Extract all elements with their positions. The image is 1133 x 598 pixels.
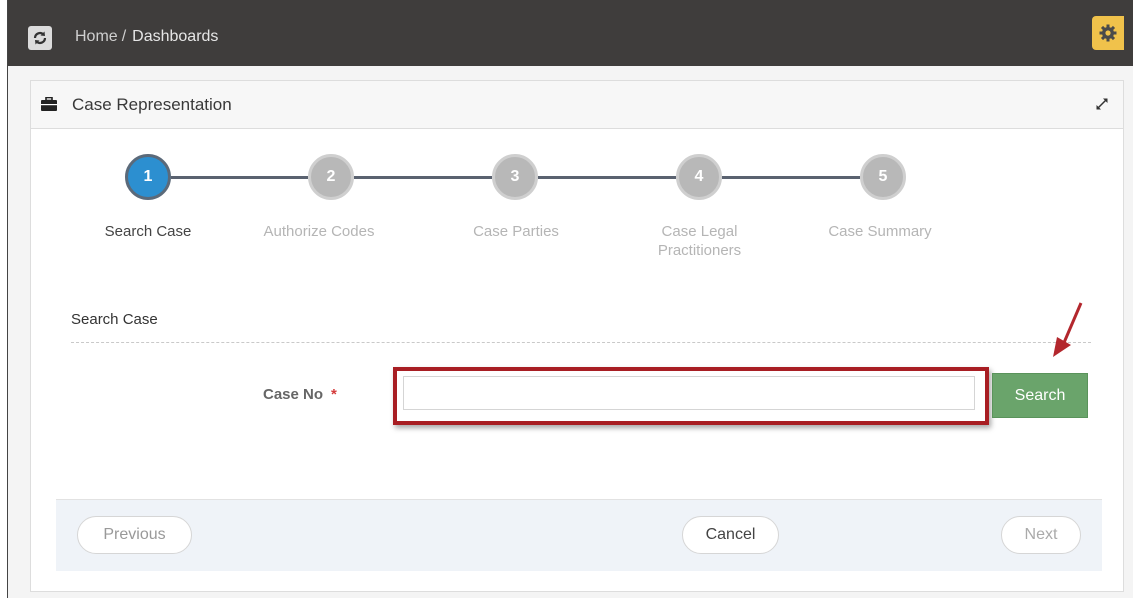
- step-3-circle[interactable]: 3: [492, 154, 538, 200]
- step-connector: [722, 176, 860, 179]
- settings-button[interactable]: [1092, 16, 1124, 50]
- arrow-icon: [1053, 302, 1083, 357]
- case-no-label: Case No *: [263, 386, 337, 403]
- wizard-footer: Previous Cancel Next: [56, 499, 1102, 571]
- section-title: Search Case: [71, 311, 158, 328]
- case-no-label-text: Case No: [263, 386, 324, 403]
- section-divider: [71, 342, 1091, 343]
- step-4-circle[interactable]: 4: [676, 154, 722, 200]
- previous-button[interactable]: Previous: [77, 516, 192, 554]
- step-5-label: Case Summary: [828, 223, 932, 240]
- expand-icon[interactable]: [1095, 97, 1109, 111]
- step-1-label: Search Case: [104, 223, 192, 240]
- breadcrumb-current: Dashboards: [132, 28, 219, 45]
- panel-header: Case Representation: [31, 81, 1123, 129]
- step-2-label: Authorize Codes: [263, 223, 375, 240]
- step-4-label: Case Legal Practitioners: [657, 223, 742, 259]
- step-connector: [354, 176, 492, 179]
- gear-icon: [1099, 24, 1117, 42]
- refresh-button[interactable]: [28, 26, 52, 50]
- breadcrumb-home-link[interactable]: Home: [75, 28, 118, 45]
- step-1-circle[interactable]: 1: [125, 154, 171, 200]
- cancel-button[interactable]: Cancel: [682, 516, 779, 554]
- step-connector: [171, 176, 308, 179]
- breadcrumb-separator: /: [121, 28, 127, 45]
- required-marker: *: [331, 386, 337, 403]
- step-5-circle[interactable]: 5: [860, 154, 906, 200]
- search-button[interactable]: Search: [992, 373, 1088, 418]
- step-3-label: Case Parties: [473, 223, 559, 240]
- case-representation-panel: Case Representation 1 2 3 4 5 Search Cas…: [30, 80, 1124, 592]
- refresh-icon: [33, 31, 47, 45]
- breadcrumb: Home / Dashboards: [75, 28, 218, 46]
- panel-title: Case Representation: [72, 95, 232, 114]
- step-connector: [538, 176, 676, 179]
- case-no-input[interactable]: [403, 376, 975, 410]
- app-frame: Home / Dashboards Case Representation 1 …: [7, 0, 1133, 598]
- top-navbar: Home / Dashboards: [8, 0, 1133, 66]
- step-2-circle[interactable]: 2: [308, 154, 354, 200]
- next-button[interactable]: Next: [1001, 516, 1081, 554]
- briefcase-icon: [41, 97, 57, 111]
- wizard-steps: 1 2 3 4 5 Search Case Authorize Codes Ca…: [31, 136, 1123, 286]
